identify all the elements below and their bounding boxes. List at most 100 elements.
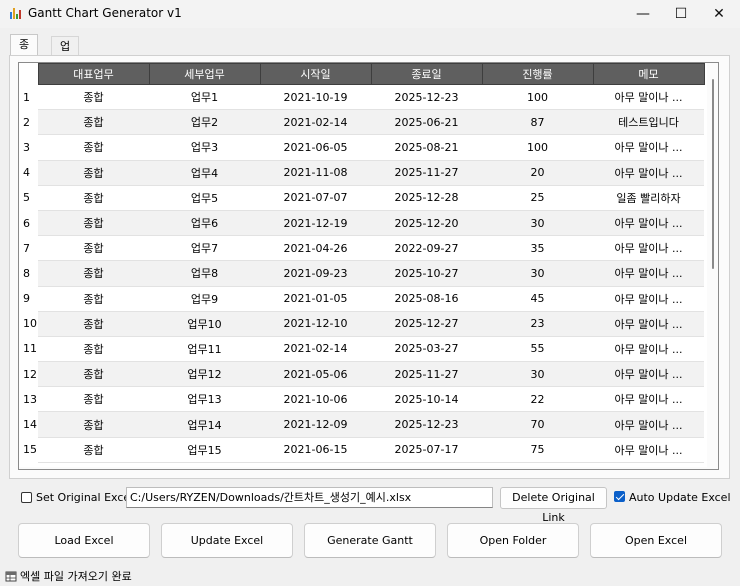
row-number[interactable]: 7 (19, 235, 38, 261)
load-excel-button[interactable]: Load Excel (18, 523, 150, 558)
table-cell[interactable]: 23 (482, 311, 593, 337)
table-cell[interactable]: 업무12 (149, 361, 260, 388)
table-cell[interactable]: 30 (482, 260, 593, 287)
table-cell[interactable]: 100 (482, 134, 593, 161)
column-header[interactable]: 진행률 (481, 63, 594, 85)
table-cell[interactable]: 2025-10-27 (371, 260, 482, 287)
tab-summary[interactable]: 종합 (10, 34, 39, 71)
tab-task1[interactable]: 업무1 (51, 36, 80, 93)
table-cell[interactable]: 아무 말이나 ... (593, 260, 704, 287)
open-folder-button[interactable]: Open Folder (447, 523, 579, 558)
row-number[interactable]: 1 (19, 84, 38, 110)
table-cell[interactable]: 2021-11-08 (260, 160, 371, 186)
table-cell[interactable]: 종합 (38, 134, 149, 161)
open-excel-button[interactable]: Open Excel (590, 523, 722, 558)
row-number[interactable]: 10 (19, 311, 38, 337)
column-header[interactable]: 종료일 (370, 63, 483, 85)
table-cell[interactable]: 종합 (38, 336, 149, 363)
row-number[interactable]: 13 (19, 386, 38, 412)
table-cell[interactable]: 2021-12-10 (260, 311, 371, 337)
table-cell[interactable]: 30 (482, 210, 593, 237)
table-cell[interactable]: 2021-02-14 (260, 109, 371, 136)
table-cell[interactable]: 업무13 (149, 386, 260, 413)
table-cell[interactable]: 아무 말이나 ... (593, 286, 704, 312)
table-row[interactable]: 9 종합 업무9 2021-01-05 2025-08-16 45 아무 말이나 ... (19, 286, 704, 312)
excel-path-field[interactable]: C:/Users/RYZEN/Downloads/간트차트_생성기_예시.xls… (126, 487, 493, 508)
table-cell[interactable]: 아무 말이나 ... (593, 336, 704, 363)
table-row[interactable]: 12 종합 업무12 2021-05-06 2025-11-27 30 아무 말이나 ... (19, 361, 704, 388)
row-number[interactable]: 9 (19, 286, 38, 312)
table-cell[interactable]: 업무6 (149, 210, 260, 237)
table-cell[interactable]: 업무8 (149, 260, 260, 287)
table-cell[interactable]: 2025-12-27 (371, 311, 482, 337)
table-row[interactable]: 6 종합 업무6 2021-12-19 2025-12-20 30 아무 말이나 ... (19, 210, 704, 237)
table-cell[interactable]: 55 (482, 336, 593, 363)
delete-original-link-button[interactable]: Delete Original Link (500, 487, 607, 524)
row-number[interactable]: 15 (19, 437, 38, 463)
table-cell[interactable]: 2021-07-07 (260, 185, 371, 211)
table-row[interactable]: 14 종합 업무14 2021-12-09 2025-12-23 70 아무 말이나 ... (19, 411, 704, 438)
table-cell[interactable]: 업무14 (149, 411, 260, 438)
table-cell[interactable]: 아무 말이나 ... (593, 235, 704, 262)
row-number[interactable]: 8 (19, 260, 38, 286)
table-cell[interactable]: 2025-12-23 (371, 84, 482, 111)
table-cell[interactable]: 아무 말이나 ... (593, 210, 704, 237)
set-original-label[interactable]: Set Original Excel (36, 491, 133, 504)
table-cell[interactable]: 업무2 (149, 109, 260, 136)
table-cell[interactable]: 2025-11-27 (371, 160, 482, 186)
data-table[interactable]: 대표업무 세부업무 시작일 종료일 진행률 메모 1 종합 업무1 2021-10-1… (18, 62, 719, 470)
table-cell[interactable]: 종합 (38, 235, 149, 262)
table-row[interactable]: 3 종합 업무3 2021-06-05 2025-08-21 100 아무 말이나 ... (19, 134, 704, 161)
table-cell[interactable]: 30 (482, 361, 593, 388)
table-cell[interactable]: 종합 (38, 210, 149, 237)
table-cell[interactable]: 종합 (38, 386, 149, 413)
table-cell[interactable]: 20 (482, 160, 593, 186)
table-cell[interactable]: 아무 말이나 ... (593, 311, 704, 337)
row-number[interactable]: 4 (19, 160, 38, 186)
table-cell[interactable]: 아무 말이나 ... (593, 134, 704, 161)
table-cell[interactable]: 25 (482, 185, 593, 211)
table-cell[interactable]: 종합 (38, 160, 149, 186)
update-excel-button[interactable]: Update Excel (161, 523, 293, 558)
row-number[interactable]: 14 (19, 411, 38, 438)
table-row[interactable]: 5 종합 업무5 2021-07-07 2025-12-28 25 일좀 빨리하자 (19, 185, 704, 211)
table-cell[interactable]: 2025-12-23 (371, 411, 482, 438)
table-cell[interactable]: 종합 (38, 411, 149, 438)
table-cell[interactable]: 2021-12-09 (260, 411, 371, 438)
column-header[interactable]: 대표업무 (37, 63, 150, 85)
table-cell[interactable]: 87 (482, 109, 593, 136)
table-cell[interactable]: 종합 (38, 286, 149, 312)
table-cell[interactable]: 2025-11-27 (371, 361, 482, 388)
column-header[interactable]: 세부업무 (148, 63, 261, 85)
table-cell[interactable]: 업무10 (149, 311, 260, 337)
table-row[interactable]: 15 종합 업무15 2021-06-15 2025-07-17 75 아무 말이나 ... (19, 437, 704, 463)
horizontal-scrollbar[interactable] (19, 467, 707, 469)
table-cell[interactable]: 아무 말이나 ... (593, 160, 704, 186)
table-cell[interactable]: 업무15 (149, 437, 260, 463)
row-number[interactable]: 6 (19, 210, 38, 236)
table-cell[interactable]: 업무5 (149, 185, 260, 211)
table-cell[interactable]: 2025-10-14 (371, 386, 482, 413)
table-cell[interactable]: 45 (482, 286, 593, 312)
table-cell[interactable]: 2025-03-27 (371, 336, 482, 363)
table-cell[interactable]: 업무4 (149, 160, 260, 186)
table-cell[interactable]: 35 (482, 235, 593, 262)
table-cell[interactable]: 2025-06-21 (371, 109, 482, 136)
table-row[interactable]: 13 종합 업무13 2021-10-06 2025-10-14 22 아무 말이나 ... (19, 386, 704, 413)
row-number[interactable]: 12 (19, 361, 38, 387)
row-number[interactable]: 2 (19, 109, 38, 135)
row-number[interactable]: 3 (19, 134, 38, 161)
table-cell[interactable]: 2021-10-19 (260, 84, 371, 111)
title-bar[interactable]: Gantt Chart Generator v1 — ☐ ✕ (0, 0, 740, 28)
table-row[interactable]: 11 종합 업무11 2021-02-14 2025-03-27 55 아무 말이나 ... (19, 336, 704, 363)
vertical-scrollbar[interactable] (707, 63, 718, 469)
table-row[interactable]: 8 종합 업무8 2021-09-23 2025-10-27 30 아무 말이나 ... (19, 260, 704, 287)
table-cell[interactable]: 22 (482, 386, 593, 413)
auto-update-checkbox[interactable] (614, 491, 625, 502)
table-cell[interactable]: 2021-04-26 (260, 235, 371, 262)
table-cell[interactable]: 2025-07-17 (371, 437, 482, 463)
maximize-button[interactable]: ☐ (662, 0, 700, 28)
table-cell[interactable]: 아무 말이나 ... (593, 411, 704, 438)
row-number[interactable]: 5 (19, 185, 38, 211)
table-cell[interactable]: 2021-06-15 (260, 437, 371, 463)
